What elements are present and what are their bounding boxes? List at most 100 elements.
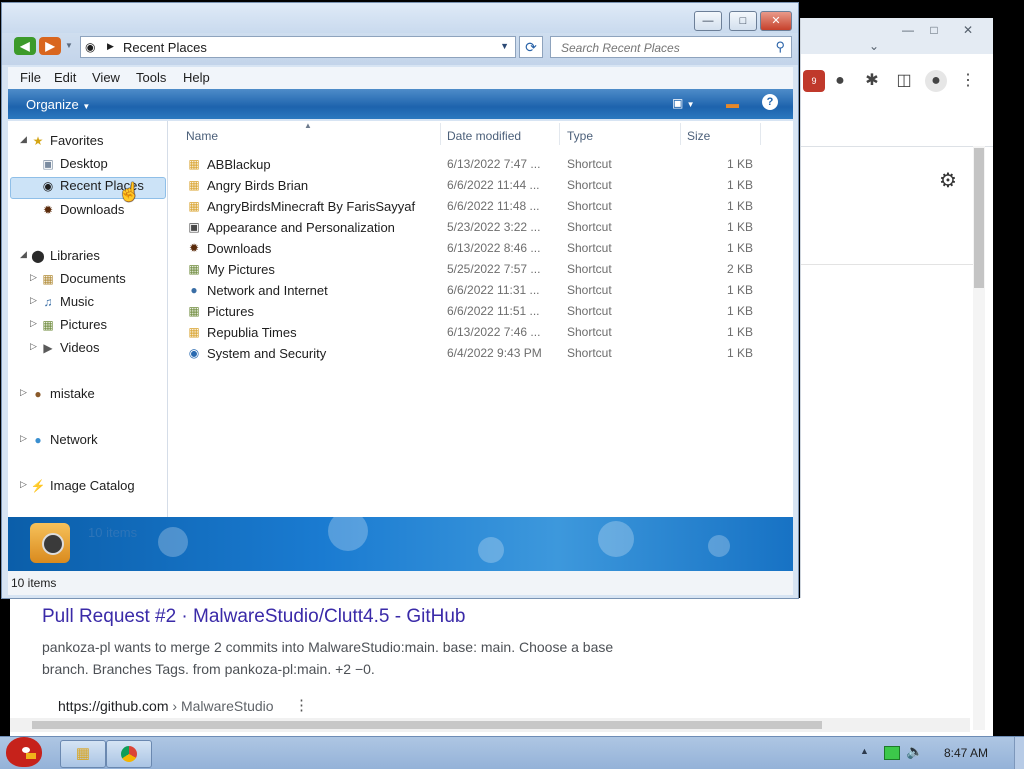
column-divider[interactable]: [559, 123, 560, 145]
minimize-button[interactable]: —: [694, 11, 722, 31]
result-url[interactable]: https://github.com › MalwareStudio: [58, 698, 274, 714]
result-title-link[interactable]: Pull Request #2 · MalwareStudio/Clutt4.5…: [42, 606, 465, 628]
show-desktop-button[interactable]: [1014, 737, 1024, 769]
address-dropdown-icon[interactable]: ▼: [500, 41, 509, 51]
chevron-down-icon[interactable]: ⌄: [863, 38, 885, 54]
expand-arrow-icon[interactable]: ▷: [20, 433, 27, 444]
table-row[interactable]: ▦ Pictures 6/6/2022 11:51 ... Shortcut 1 KB: [168, 302, 793, 323]
divider: [801, 264, 977, 265]
organize-button[interactable]: Organize ▼: [26, 97, 90, 112]
column-header-type[interactable]: Type: [567, 129, 593, 143]
nav-videos[interactable]: ▷ ▶ Videos: [30, 340, 100, 360]
scroll-thumb[interactable]: [32, 721, 822, 729]
nav-label: Image Catalog: [50, 478, 135, 493]
menu-view[interactable]: View: [92, 70, 120, 85]
expand-arrow-icon[interactable]: ▷: [30, 341, 37, 352]
browser-scrollbar[interactable]: [973, 146, 985, 730]
file-type: Shortcut: [567, 304, 612, 318]
file-date: 5/25/2022 7:57 ...: [447, 262, 541, 276]
back-arrow-icon[interactable]: ◀: [14, 37, 36, 55]
horizontal-scrollbar[interactable]: [10, 718, 970, 732]
search-box[interactable]: ⚲: [550, 36, 792, 58]
battery-icon[interactable]: [884, 746, 900, 760]
preview-pane-icon[interactable]: ▬: [726, 96, 739, 111]
table-row[interactable]: ▣ Appearance and Personalization 5/23/2022…: [168, 218, 793, 239]
minimize-icon[interactable]: —: [897, 22, 919, 38]
view-options-icon[interactable]: ▣ ▼: [672, 96, 695, 110]
nav-documents[interactable]: ▷ ▦ Documents: [30, 271, 126, 291]
nav-favorites[interactable]: ◢ ★ Favorites: [20, 133, 103, 153]
scroll-thumb[interactable]: [974, 148, 984, 288]
kebab-menu-icon[interactable]: ⋮: [957, 70, 979, 92]
column-divider[interactable]: [680, 123, 681, 145]
maximize-icon[interactable]: □: [923, 22, 945, 38]
desktop-icon: ▣: [42, 157, 54, 171]
explorer-taskbar-button[interactable]: ▦: [60, 740, 106, 768]
file-name: Pictures: [207, 304, 254, 319]
pictures-icon: ▦: [188, 304, 200, 318]
taskbar-clock[interactable]: 8:47 AM: [944, 746, 988, 760]
table-row[interactable]: ▦ ABBlackup 6/13/2022 7:47 ... Shortcut 1 KB: [168, 155, 793, 176]
nav-music[interactable]: ▷ ♫ Music: [30, 294, 94, 314]
breadcrumb[interactable]: Recent Places: [123, 40, 207, 55]
start-button[interactable]: [2, 733, 46, 769]
table-row[interactable]: ● Network and Internet 6/6/2022 11:31 ... S…: [168, 281, 793, 302]
breadcrumb-arrow-icon[interactable]: ▶: [107, 41, 114, 52]
menu-tools[interactable]: Tools: [136, 70, 166, 85]
table-row[interactable]: ▦ My Pictures 5/25/2022 7:57 ... Shortcut 2 …: [168, 260, 793, 281]
file-name: Republia Times: [207, 325, 297, 340]
table-row[interactable]: ✹ Downloads 6/13/2022 8:46 ... Shortcut 1 KB: [168, 239, 793, 260]
expand-arrow-icon[interactable]: ▷: [30, 295, 37, 306]
table-row[interactable]: ▦ AngryBirdsMinecraft By FarisSayyaf 6/6/2…: [168, 197, 793, 218]
collapse-arrow-icon[interactable]: ◢: [20, 249, 27, 260]
expand-arrow-icon[interactable]: ▷: [20, 479, 27, 490]
clock-icon: [42, 533, 64, 555]
column-divider[interactable]: [760, 123, 761, 145]
nav-pictures[interactable]: ▷ ▦ Pictures: [30, 317, 107, 337]
nav-mistake[interactable]: ▷ ● mistake: [20, 386, 95, 406]
menu-edit[interactable]: Edit: [54, 70, 76, 85]
refresh-icon[interactable]: ⟳: [519, 36, 543, 58]
maximize-button[interactable]: □: [729, 11, 757, 31]
search-input[interactable]: [559, 39, 763, 57]
menu-file[interactable]: File: [20, 70, 41, 85]
nav-desktop[interactable]: ▣ Desktop: [40, 156, 107, 176]
gear-icon[interactable]: ⚙: [937, 170, 959, 192]
address-bar[interactable]: ◉ ▶ Recent Places ▼: [80, 36, 516, 58]
collapse-arrow-icon[interactable]: ◢: [20, 134, 27, 145]
table-row[interactable]: ▦ Republia Times 6/13/2022 7:46 ... Shortcu…: [168, 323, 793, 344]
nav-network[interactable]: ▷ ● Network: [20, 432, 98, 452]
column-header-name[interactable]: Name: [186, 129, 218, 143]
search-icon[interactable]: ⚲: [775, 39, 785, 55]
menu-help[interactable]: Help: [183, 70, 210, 85]
table-row[interactable]: ◉ System and Security 6/4/2022 9:43 PM Shor…: [168, 344, 793, 365]
extension-icon[interactable]: 9: [803, 70, 825, 92]
column-header-date[interactable]: Date modified: [447, 129, 521, 143]
expand-arrow-icon[interactable]: ▷: [20, 387, 27, 398]
flag-icon[interactable]: ●: [829, 70, 851, 92]
expand-arrow-icon[interactable]: ▷: [30, 318, 37, 329]
sidebar-icon[interactable]: ◫: [893, 70, 915, 92]
table-row[interactable]: ▦ Angry Birds Brian 6/6/2022 11:44 ... Shor…: [168, 176, 793, 197]
file-name: Downloads: [207, 241, 272, 256]
recent-pages-dropdown-icon[interactable]: ▼: [64, 37, 74, 55]
more-options-icon[interactable]: ⋮: [294, 696, 309, 714]
nav-libraries[interactable]: ◢ ⬤ Libraries: [20, 248, 100, 268]
nav-downloads[interactable]: ✹ Downloads: [40, 202, 124, 222]
forward-arrow-icon[interactable]: ▶: [39, 37, 61, 55]
chrome-taskbar-button[interactable]: [106, 740, 152, 768]
volume-icon[interactable]: 🔈: [906, 743, 923, 760]
close-button[interactable]: ✕: [760, 11, 792, 31]
file-date: 6/6/2022 11:44 ...: [447, 178, 540, 192]
help-icon[interactable]: ?: [762, 94, 778, 110]
puzzle-icon[interactable]: ✱: [861, 70, 883, 92]
nav-image-catalog[interactable]: ▷ ⚡ Image Catalog: [20, 478, 135, 498]
show-hidden-icons-icon[interactable]: ▲: [860, 746, 869, 756]
close-icon[interactable]: ✕: [957, 22, 979, 38]
expand-arrow-icon[interactable]: ▷: [30, 272, 37, 283]
shortcut-icon: ▦: [188, 199, 200, 213]
column-header-size[interactable]: Size: [687, 129, 710, 143]
column-divider[interactable]: [440, 123, 441, 145]
nav-recent-places[interactable]: ◉ Recent Places: [10, 177, 166, 199]
profile-icon[interactable]: ●: [925, 70, 947, 92]
